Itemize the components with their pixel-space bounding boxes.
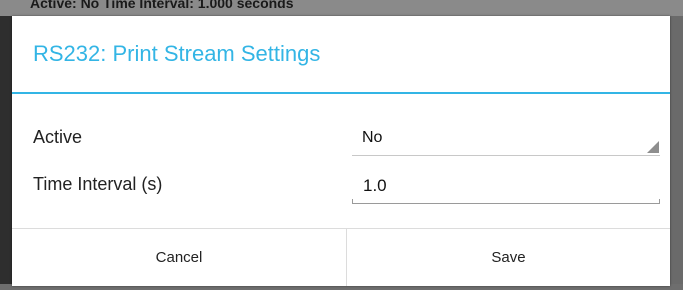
active-spinner-value: No: [362, 129, 383, 146]
background-status-text: Active: No Time Interval: 1.000 seconds: [30, 0, 294, 11]
dialog-header: RS232: Print Stream Settings: [12, 16, 670, 92]
input-underline: [352, 203, 660, 204]
save-button[interactable]: Save: [347, 229, 670, 286]
header-divider: [12, 92, 670, 94]
cancel-button[interactable]: Cancel: [12, 229, 346, 286]
spinner-underline: [352, 155, 660, 156]
input-underline-tick-right: [659, 199, 660, 204]
background-right-edge: [670, 16, 683, 286]
active-label: Active: [33, 127, 83, 147]
background-activity: Active: No Time Interval: 1.000 seconds: [0, 0, 683, 16]
time-interval-input[interactable]: 1.0: [352, 170, 660, 204]
dialog-title: RS232: Print Stream Settings: [33, 41, 321, 66]
dropdown-corner-icon: [647, 141, 659, 153]
time-interval-label: Time Interval (s): [33, 174, 163, 194]
background-left-edge: [0, 16, 12, 286]
active-spinner[interactable]: No: [352, 120, 660, 156]
time-interval-value: 1.0: [363, 176, 387, 195]
input-underline-tick-left: [352, 199, 353, 204]
print-stream-settings-dialog: RS232: Print Stream Settings Active No T…: [12, 16, 670, 286]
